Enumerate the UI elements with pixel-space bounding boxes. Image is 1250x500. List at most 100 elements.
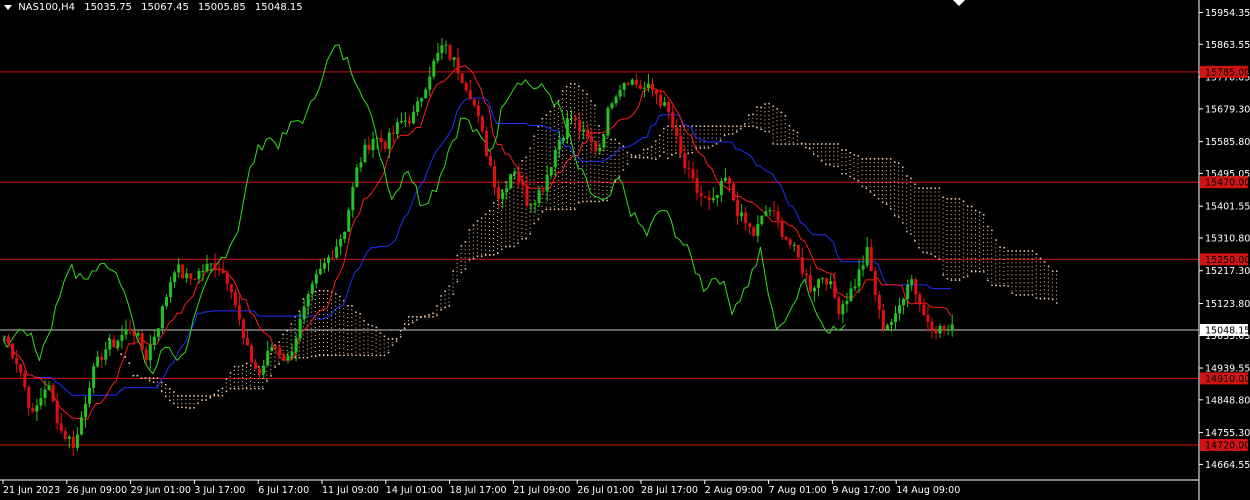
cloud-dot: [570, 182, 571, 184]
cloud-dot: [318, 322, 320, 324]
cloud-dot: [335, 313, 337, 315]
bull-candle: [663, 101, 667, 106]
span-a-dot: [1027, 250, 1030, 252]
dropdown-icon[interactable]: [4, 4, 12, 10]
span-a-dot: [152, 377, 155, 379]
cloud-dot: [371, 336, 373, 338]
cloud-dot: [521, 168, 523, 170]
cloud-dot: [877, 186, 879, 188]
span-b-dot: [894, 214, 896, 217]
span-a-dot: [436, 305, 438, 307]
cloud-dot: [582, 181, 584, 183]
cloud-dot: [351, 345, 353, 347]
cloud-dot: [484, 237, 486, 239]
bull-candle: [39, 397, 43, 406]
cloud-dot: [594, 168, 596, 170]
cloud-dot: [768, 118, 770, 120]
cloud-dot: [922, 227, 924, 229]
cloud-dot: [314, 294, 316, 296]
span-b-dot: [241, 387, 244, 390]
cloud-dot: [578, 149, 580, 151]
cloud-dot: [549, 194, 551, 196]
cloud-dot: [557, 196, 559, 198]
span-a-dot: [181, 395, 183, 397]
cloud-dot: [926, 223, 928, 225]
cloud-dot: [262, 373, 264, 375]
cloud-dot: [950, 242, 952, 244]
cloud-dot: [294, 332, 296, 334]
cloud-dot: [1003, 262, 1005, 264]
span-a-dot: [201, 395, 203, 397]
bear-candle: [31, 408, 35, 412]
cloud-dot: [355, 335, 357, 337]
span-b-dot: [958, 279, 961, 281]
cloud-dot: [946, 242, 948, 244]
cloud-dot: [950, 246, 952, 248]
cloud-dot: [756, 122, 758, 124]
cloud-dot: [351, 309, 353, 311]
bull-candle: [432, 60, 436, 77]
cloud-dot: [1007, 254, 1009, 256]
span-a-dot: [776, 108, 779, 110]
bull-candle: [614, 96, 618, 104]
cloud-dot: [958, 214, 960, 216]
cloud-dot: [339, 351, 341, 353]
cloud-dot: [966, 229, 968, 231]
cloud-dot: [970, 249, 972, 251]
cloud-dot: [586, 173, 588, 175]
cloud-dot: [857, 159, 859, 161]
cloud-dot: [999, 250, 1001, 252]
cloud-dot: [622, 153, 624, 155]
bull-candle: [88, 387, 92, 404]
cloud-dot: [695, 141, 697, 143]
cloud-dot: [448, 301, 450, 303]
cloud-dot: [521, 172, 523, 174]
cloud-dot: [351, 333, 353, 335]
cloud-dot: [987, 245, 989, 247]
cloud-dot: [549, 138, 551, 140]
span-b-dot: [800, 143, 803, 145]
cloud-dot: [958, 202, 960, 204]
span-b-dot: [727, 133, 730, 135]
cloud-dot: [590, 148, 592, 150]
cloud-dot: [987, 233, 989, 235]
cloud-dot: [464, 245, 466, 247]
cloud-dot: [1043, 285, 1045, 287]
cloud-dot: [541, 129, 543, 131]
cloud-dot: [894, 205, 895, 207]
cloud-dot: [513, 234, 515, 236]
cloud-dot: [586, 101, 588, 103]
bull-candle: [156, 328, 160, 337]
cloud-dot: [371, 348, 373, 350]
cloud-dot: [845, 157, 847, 159]
cloud-dot: [958, 206, 960, 208]
cloud-dot: [829, 151, 831, 153]
cloud-dot: [590, 112, 592, 114]
span-b-dot: [484, 254, 487, 256]
cloud-dot: [602, 186, 604, 188]
span-a-dot: [991, 229, 993, 232]
cloud-dot: [335, 337, 337, 339]
cloud-dot: [335, 341, 337, 343]
cloud-dot: [561, 146, 563, 148]
cloud-dot: [934, 215, 936, 217]
cloud-dot: [930, 231, 932, 233]
cloud-dot: [379, 352, 381, 354]
cloud-dot: [165, 388, 166, 390]
span-a-dot: [865, 158, 868, 160]
cloud-dot: [1039, 277, 1041, 279]
span-a-dot: [541, 117, 544, 120]
cloud-dot: [910, 225, 912, 227]
span-b-dot: [501, 248, 503, 251]
cloud-dot: [387, 342, 389, 344]
cloud-dot: [983, 226, 985, 228]
cloud-dot: [513, 214, 515, 216]
cloud-dot: [343, 332, 345, 334]
cloud-dot: [861, 174, 863, 176]
span-a-dot: [958, 198, 961, 200]
cloud-dot: [505, 241, 507, 243]
cloud-dot: [950, 210, 952, 212]
cloud-dot: [367, 347, 369, 349]
cloud-dot: [322, 294, 324, 296]
cloud-dot: [570, 90, 571, 92]
